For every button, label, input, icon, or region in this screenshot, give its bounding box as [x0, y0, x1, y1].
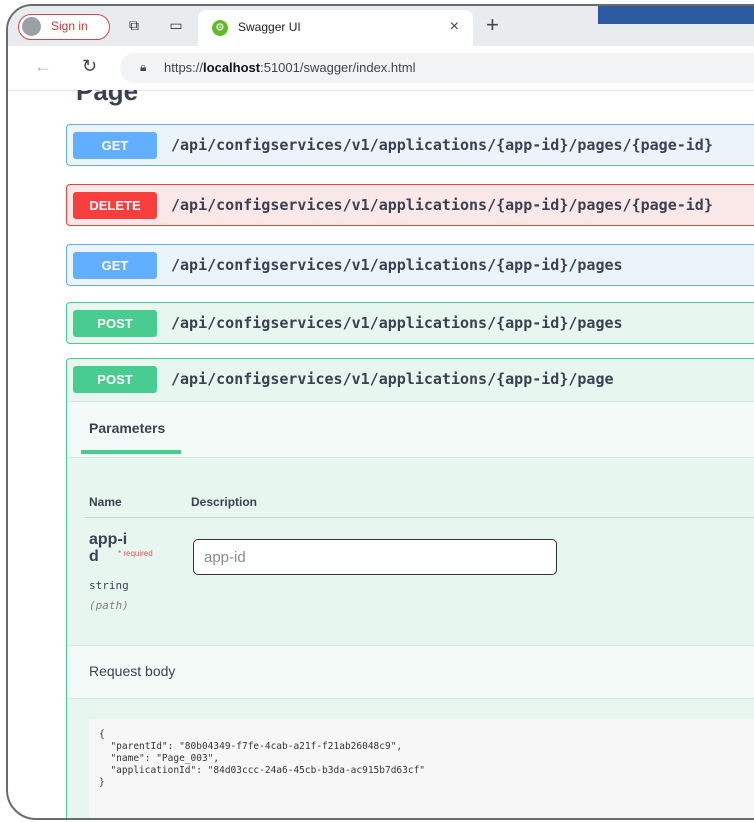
address-bar: ← ↻ 🔒︎ https://localhost:51001/swagger/i… — [8, 46, 754, 91]
url-prefix: https:// — [164, 60, 204, 75]
operation-path: /api/configservices/v1/applications/{app… — [171, 370, 614, 388]
sign-in-button[interactable]: Sign in — [18, 14, 110, 40]
operation-path: /api/configservices/v1/applications/{app… — [171, 196, 713, 214]
method-badge: POST — [73, 310, 157, 337]
operation-path: /api/configservices/v1/applications/{app… — [171, 256, 623, 274]
url-rest: :51001/swagger/index.html — [260, 60, 416, 75]
operation-path: /api/configservices/v1/applications/{app… — [171, 136, 713, 154]
close-tab-icon[interactable]: × — [450, 18, 459, 36]
reload-icon[interactable]: ↻ — [82, 56, 97, 77]
window-title-area — [598, 6, 754, 24]
method-badge: GET — [73, 132, 157, 159]
operation-header[interactable]: POST /api/configservices/v1/applications… — [67, 359, 754, 401]
operation-get-page[interactable]: GET /api/configservices/v1/applications/… — [66, 124, 754, 166]
tab-actions-icon[interactable]: ▭ — [168, 17, 184, 33]
active-tab-indicator — [81, 450, 181, 454]
operation-get-pages[interactable]: GET /api/configservices/v1/applications/… — [66, 244, 754, 286]
new-tab-button[interactable]: + — [486, 12, 499, 38]
operation-post-pages[interactable]: POST /api/configservices/v1/applications… — [66, 302, 754, 344]
url-host: localhost — [203, 60, 261, 75]
param-name: app-id — [89, 531, 128, 565]
header-divider — [85, 517, 754, 518]
app-id-input[interactable] — [193, 539, 557, 575]
browser-window: Sign in ⧉ ▭ ⊙ Swagger UI × + ← ↻ 🔒︎ http… — [6, 4, 754, 820]
tab-parameters[interactable]: Parameters — [89, 420, 165, 436]
person-avatar-icon — [22, 17, 41, 36]
sign-in-label: Sign in — [51, 19, 88, 33]
parameters-header: Parameters — [67, 401, 754, 458]
tab-title: Swagger UI — [238, 20, 301, 34]
request-body-header: Request body — [67, 645, 754, 699]
collections-icon[interactable]: ⧉ — [126, 17, 142, 33]
operation-post-page-expanded: POST /api/configservices/v1/applications… — [66, 358, 754, 818]
operation-delete-page[interactable]: DELETE /api/configservices/v1/applicatio… — [66, 184, 754, 226]
tab-strip: Sign in ⧉ ▭ ⊙ Swagger UI × + — [8, 6, 754, 46]
param-type: string — [89, 579, 129, 592]
tab-swagger-ui[interactable]: ⊙ Swagger UI × — [198, 10, 473, 46]
lock-icon: 🔒︎ — [140, 60, 147, 74]
column-name-header: Name — [89, 495, 122, 509]
request-body-label: Request body — [89, 663, 176, 679]
column-description-header: Description — [191, 495, 258, 509]
request-body-json: { "parentId": "80b04349-f7fe-4cab-a21f-f… — [99, 729, 426, 788]
method-badge: DELETE — [73, 192, 157, 219]
url-input[interactable]: 🔒︎ https://localhost:51001/swagger/index… — [120, 53, 754, 83]
param-location: (path) — [89, 599, 129, 612]
operation-path: /api/configservices/v1/applications/{app… — [171, 314, 623, 332]
swagger-favicon-icon: ⊙ — [212, 20, 228, 36]
required-badge: * required — [118, 549, 153, 558]
request-body-editor[interactable]: { "parentId": "80b04349-f7fe-4cab-a21f-f… — [89, 719, 754, 818]
url-text: https://localhost:51001/swagger/index.ht… — [164, 60, 415, 75]
method-badge: POST — [73, 366, 157, 393]
method-badge: GET — [73, 252, 157, 279]
back-arrow-icon[interactable]: ← — [34, 56, 52, 77]
